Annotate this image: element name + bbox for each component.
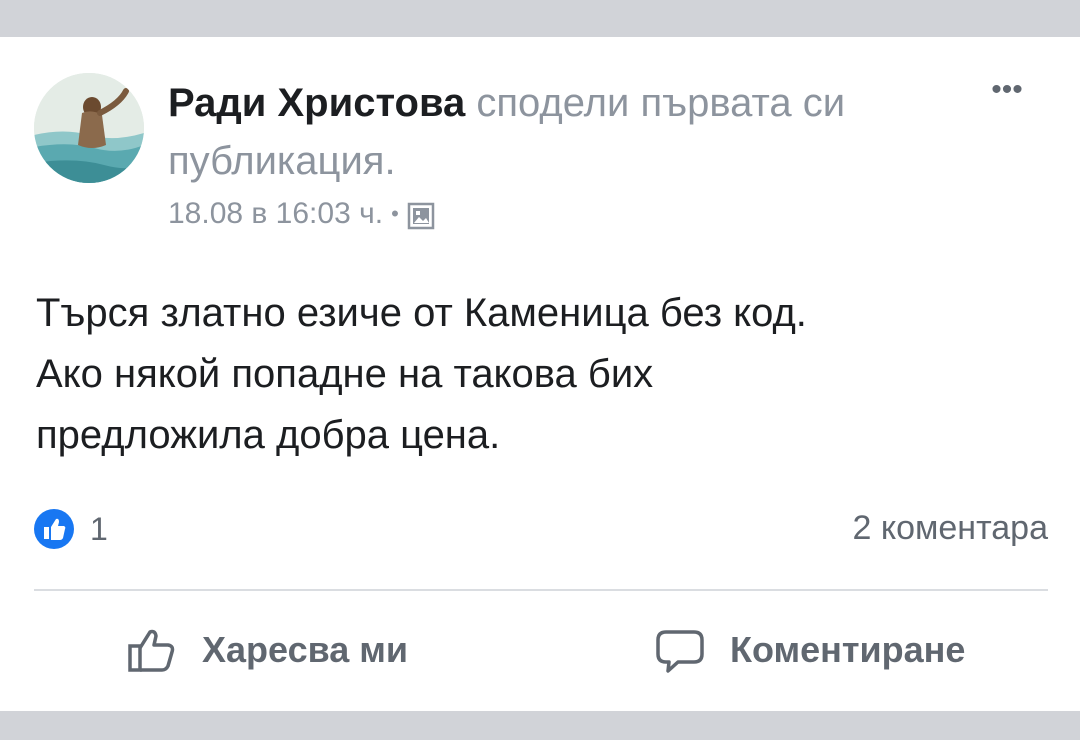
avatar-photo bbox=[34, 73, 144, 183]
comment-button-label: Коментиране bbox=[730, 629, 966, 670]
top-separator-band bbox=[0, 0, 1080, 37]
post-body: Търся златно езиче от Каменица без код. … bbox=[36, 283, 1036, 466]
post-timestamp[interactable]: 18.08 в 16:03 ч. bbox=[168, 193, 383, 235]
post-text-line: Търся златно езиче от Каменица без код. bbox=[36, 291, 807, 335]
comment-bubble-icon bbox=[652, 622, 708, 678]
comment-button[interactable]: Коментиране bbox=[652, 620, 965, 680]
comments-count[interactable]: 2 коментара bbox=[780, 505, 1049, 551]
bottom-separator-band bbox=[0, 711, 1080, 740]
reaction-count[interactable]: 1 bbox=[90, 507, 108, 551]
thumbs-up-outline-icon bbox=[124, 622, 180, 678]
author-name[interactable]: Ради Христова bbox=[168, 81, 465, 125]
post-text-line: Ако някой попадне на такова бих bbox=[36, 352, 654, 396]
post-header: Ради Христова сподели първата си публика… bbox=[168, 74, 928, 190]
more-options-button[interactable]: ••• bbox=[982, 75, 1032, 108]
meta-separator: • bbox=[391, 201, 399, 226]
divider bbox=[34, 589, 1048, 591]
avatar[interactable] bbox=[34, 73, 144, 183]
post-text-line: предложила добра цена. bbox=[36, 413, 501, 457]
album-icon bbox=[407, 200, 435, 230]
like-button-label: Харесва ми bbox=[202, 629, 409, 670]
like-button[interactable]: Харесва ми bbox=[124, 620, 408, 680]
post-meta: 18.08 в 16:03 ч. • bbox=[168, 193, 435, 235]
thumbs-up-icon[interactable] bbox=[34, 509, 74, 549]
